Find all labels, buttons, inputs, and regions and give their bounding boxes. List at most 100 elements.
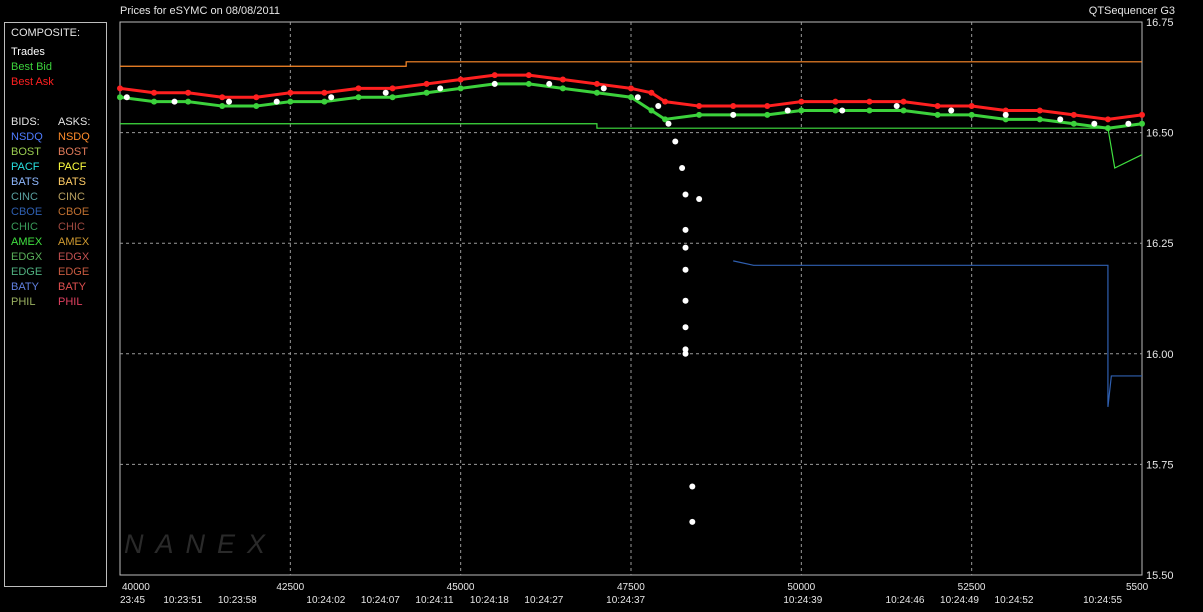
- series-point-best-ask: [696, 103, 703, 110]
- series-point-best-ask: [355, 85, 362, 92]
- watermark: NANEX: [124, 529, 277, 559]
- series-point-best-bid: [253, 103, 260, 110]
- x-tick-label: 45000: [447, 582, 475, 593]
- series-point-best-bid: [287, 98, 294, 105]
- trade-point: [682, 191, 689, 198]
- series-point-best-ask: [457, 76, 464, 83]
- y-axis: 16.75 16.50 16.25 16.00 15.75 15.50: [1146, 17, 1174, 582]
- series-point-best-ask: [423, 80, 430, 87]
- series-point-best-bid: [968, 111, 975, 118]
- series-point-best-bid: [648, 107, 655, 114]
- series-point-best-ask: [151, 89, 158, 96]
- time-label: 10:24:07: [361, 595, 400, 606]
- series-point-best-ask: [662, 98, 669, 105]
- y-tick-label: 16.00: [1146, 349, 1174, 361]
- trade-point: [491, 80, 498, 87]
- series-point-best-ask: [628, 85, 634, 92]
- trade-point: [672, 138, 679, 145]
- series-point-best-ask: [559, 76, 566, 83]
- series-point-best-ask: [648, 89, 655, 96]
- time-label: 10:23:51: [163, 595, 202, 606]
- time-label: 10:24:02: [306, 595, 345, 606]
- series-line-cboe-bid: [733, 260, 1142, 407]
- trade-point: [679, 164, 686, 171]
- trade-point: [123, 94, 130, 101]
- series-point-best-bid: [321, 98, 328, 105]
- trade-point: [689, 518, 696, 525]
- trade-point: [682, 244, 689, 251]
- series-point-best-ask: [253, 94, 260, 101]
- y-tick-label: 15.75: [1146, 459, 1174, 471]
- y-tick-label: 16.25: [1146, 238, 1174, 250]
- trade-point: [1091, 120, 1098, 127]
- series-point-best-ask: [389, 85, 396, 92]
- time-label: 10:24:18: [470, 595, 509, 606]
- trade-point: [948, 107, 955, 114]
- time-label: 23:45: [120, 595, 145, 606]
- trade-point: [1125, 120, 1132, 127]
- y-tick-label: 15.50: [1146, 570, 1174, 582]
- trade-point: [784, 107, 791, 114]
- series-point-best-ask: [1139, 111, 1145, 118]
- series-point-best-ask: [1104, 116, 1111, 123]
- series-point-best-ask: [1070, 111, 1077, 118]
- series-point-best-ask: [287, 89, 294, 96]
- series-point-best-ask: [525, 72, 532, 79]
- series-point-best-bid: [798, 107, 805, 114]
- time-label: 10:24:37: [606, 595, 645, 606]
- series-point-best-bid: [219, 103, 226, 110]
- x-tick-label: 40000: [122, 582, 150, 593]
- series-point-best-ask: [900, 98, 907, 105]
- trade-point: [273, 98, 280, 105]
- series-point-best-bid: [832, 107, 839, 114]
- series-point-best-bid: [457, 85, 464, 92]
- series-point-best-bid: [355, 94, 362, 101]
- time-label: 10:24:52: [995, 595, 1034, 606]
- series-point-best-bid: [696, 111, 703, 118]
- trade-point: [682, 350, 689, 357]
- time-label: 10:24:49: [940, 595, 979, 606]
- trade-point: [689, 483, 696, 490]
- series-point-best-bid: [1070, 120, 1077, 127]
- series-point-best-bid: [593, 89, 600, 96]
- series-point-best-bid: [389, 94, 396, 101]
- time-label: 10:24:27: [524, 595, 563, 606]
- x-tick-label: 52500: [958, 582, 986, 593]
- y-tick-label: 16.75: [1146, 17, 1174, 29]
- trade-point: [171, 98, 178, 105]
- trade-point: [893, 103, 900, 110]
- price-chart: NANEX 16.75 16.50 16.25 16.00 15.75 15.50 400…: [117, 17, 1174, 606]
- series-point-best-bid: [934, 111, 941, 118]
- trade-point: [696, 195, 703, 202]
- series-point-best-bid: [764, 111, 771, 118]
- trade-point: [655, 103, 662, 110]
- trade-point: [382, 89, 389, 96]
- x-tick-label: 42500: [276, 582, 304, 593]
- series-point-best-ask: [730, 103, 737, 110]
- trade-point: [546, 80, 553, 87]
- series-point-best-bid: [423, 89, 430, 96]
- x-axis: 40000 42500 45000 47500 50000 52500 5500 23:45 1…: [120, 582, 1149, 606]
- series-point-best-ask: [764, 103, 771, 110]
- chart-area: NANEX 16.75 16.50 16.25 16.00 15.75 15.50 400…: [0, 0, 1203, 607]
- series-point-best-bid: [1139, 120, 1145, 127]
- trade-point: [1002, 111, 1009, 118]
- time-label: 10:23:58: [218, 595, 257, 606]
- trade-point: [226, 98, 233, 105]
- trade-point: [600, 85, 607, 92]
- series-point-best-ask: [832, 98, 839, 105]
- trade-point: [328, 94, 335, 101]
- series-point-best-ask: [491, 72, 498, 79]
- trade-point: [730, 111, 737, 118]
- series-point-best-ask: [934, 103, 941, 110]
- trade-point: [682, 226, 689, 233]
- trade-point: [437, 85, 444, 92]
- series-point-best-ask: [798, 98, 805, 105]
- x-tick-label: 50000: [787, 582, 815, 593]
- trade-point: [634, 94, 641, 101]
- series-point-best-bid: [900, 107, 907, 114]
- trade-point: [682, 266, 689, 273]
- x-tick-label: 47500: [617, 582, 645, 593]
- series-point-best-ask: [117, 85, 123, 92]
- series-point-best-bid: [559, 85, 566, 92]
